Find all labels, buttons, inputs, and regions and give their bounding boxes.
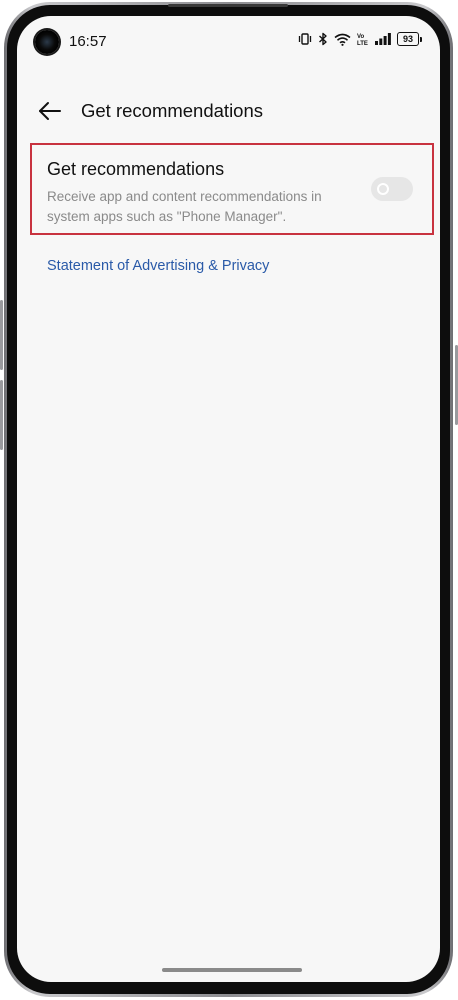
volte-icon: Vo LTE [357,32,369,46]
setting-title: Get recommendations [47,159,225,179]
toggle-knob [377,183,389,195]
status-time: 16:57 [69,33,107,50]
bluetooth-icon [318,32,328,46]
status-bar: 16:57 Vo LTE 93 [17,16,440,68]
toolbar: Get recommendations [17,86,440,136]
top-speaker-grille [168,4,288,7]
svg-text:LTE: LTE [357,41,368,46]
vibrate-icon [298,32,312,46]
signal-icon [375,33,391,45]
get-recommendations-setting[interactable]: Get recommendations Receive app and cont… [30,143,434,235]
screen: 16:57 Vo LTE 93 Get recommendations Get … [17,16,440,982]
battery-tip [420,36,422,42]
svg-text:Vo: Vo [357,34,365,40]
volume-up-button [0,300,3,370]
battery-level: 93 [397,32,419,46]
setting-description: Receive app and content recommendations … [47,189,322,224]
advertising-privacy-link[interactable]: Statement of Advertising & Privacy [47,258,269,274]
battery-icon: 93 [397,32,422,46]
home-indicator[interactable] [162,968,302,972]
phone-frame: 16:57 Vo LTE 93 Get recommendations Get … [4,2,453,997]
wifi-icon [334,33,351,46]
arrow-left-icon [39,102,61,120]
volume-down-button [0,380,3,450]
back-button[interactable] [35,96,65,126]
page-title: Get recommendations [81,100,264,121]
front-camera [35,30,59,54]
get-recommendations-toggle[interactable] [371,177,413,201]
phone-bezel: 16:57 Vo LTE 93 Get recommendations Get … [7,5,450,994]
status-icons: Vo LTE 93 [298,32,422,46]
